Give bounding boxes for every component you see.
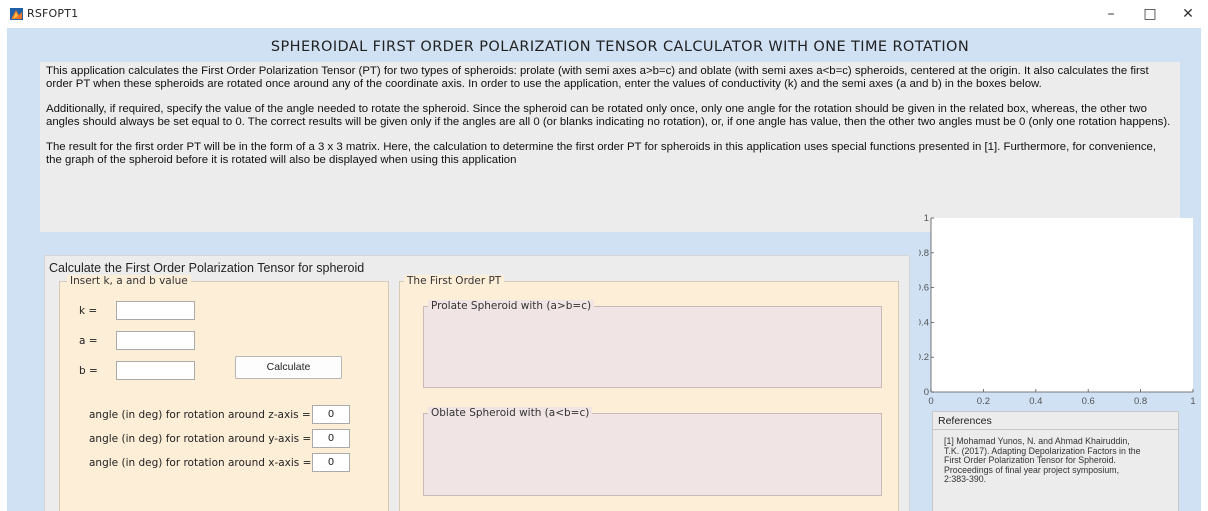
first-order-pt-panel: The First Order PT Prolate Spheroid with…	[399, 275, 899, 511]
window-title: RSFOPT1	[27, 7, 79, 20]
app-client-area: SPHEROIDAL FIRST ORDER POLARIZATION TENS…	[7, 28, 1201, 511]
first-order-pt-legend: The First Order PT	[404, 275, 505, 287]
x-tick-label: 1	[1190, 396, 1195, 407]
k-input[interactable]	[116, 301, 195, 320]
x-tick-label: 0.6	[1082, 396, 1095, 407]
window-title-bar: RSFOPT1 – □ ✕	[0, 0, 1208, 28]
matlab-app-icon	[10, 8, 23, 20]
page-title: SPHEROIDAL FIRST ORDER POLARIZATION TENS…	[270, 39, 970, 55]
a-input[interactable]	[116, 331, 195, 350]
angle-y-input[interactable]: 0	[312, 429, 350, 448]
insert-values-panel: Insert k, a and b value k = a = Calculat…	[59, 275, 389, 511]
y-tick-label: 0.8	[919, 248, 929, 259]
y-tick-label: 0	[924, 387, 929, 398]
x-tick-label: 0	[928, 396, 933, 407]
y-tick-label: 0.2	[919, 352, 929, 363]
oblate-result-panel: Oblate Spheroid with (a<b=c)	[423, 407, 882, 496]
insert-values-legend: Insert k, a and b value	[67, 275, 191, 287]
b-label: b =	[79, 365, 98, 377]
spheroid-plot-axes: 0 0.2 0.4 0.6 0.8 1 0 0.2 0.4 0.6 0.8 1	[919, 213, 1196, 407]
maximize-button[interactable]: □	[1130, 2, 1170, 26]
x-tick-label: 0.8	[1134, 396, 1147, 407]
references-text: [1] Mohamad Yunos, N. and Ahmad Khairudd…	[944, 436, 1141, 484]
calculate-panel-title: Calculate the First Order Polarization T…	[49, 261, 365, 275]
x-tick-label: 0.2	[977, 396, 990, 407]
close-button[interactable]: ✕	[1168, 2, 1208, 26]
minimize-button[interactable]: –	[1091, 2, 1131, 26]
description-box: This application calculates the First Or…	[40, 62, 1180, 232]
angle-x-label: angle (in deg) for rotation around x-axi…	[89, 457, 312, 469]
angle-x-input[interactable]: 0	[312, 453, 350, 472]
references-divider	[933, 429, 1178, 430]
references-panel: References [1] Mohamad Yunos, N. and Ahm…	[932, 411, 1179, 511]
y-tick-label: 1	[924, 213, 929, 224]
spheroid-plot: 0 0.2 0.4 0.6 0.8 1 0 0.2 0.4 0.6 0.8 1	[919, 212, 1201, 412]
calculate-button[interactable]: Calculate	[235, 356, 342, 379]
description-paragraph-3: The result for the first order PT will b…	[46, 141, 1157, 166]
references-title: References	[938, 415, 992, 427]
y-tick-label: 0.4	[919, 317, 929, 328]
calculate-panel: Calculate the First Order Polarization T…	[44, 255, 910, 511]
description-paragraph-2: Additionally, if required, specify the v…	[46, 103, 1171, 128]
angle-z-label: angle (in deg) for rotation around z-axi…	[89, 409, 311, 421]
k-label: k =	[79, 305, 98, 317]
a-label: a =	[79, 335, 98, 347]
description-paragraph-1: This application calculates the First Or…	[46, 65, 1149, 90]
angle-z-input[interactable]: 0	[312, 405, 350, 424]
x-tick-label: 0.4	[1029, 396, 1042, 407]
y-tick-label: 0.6	[919, 283, 929, 294]
b-input[interactable]	[116, 361, 195, 380]
prolate-result-panel: Prolate Spheroid with (a>b=c)	[423, 300, 882, 388]
plot-area	[931, 218, 1193, 392]
angle-y-label: angle (in deg) for rotation around y-axi…	[89, 433, 312, 445]
oblate-result-legend: Oblate Spheroid with (a<b=c)	[428, 407, 593, 419]
prolate-result-legend: Prolate Spheroid with (a>b=c)	[428, 300, 595, 312]
